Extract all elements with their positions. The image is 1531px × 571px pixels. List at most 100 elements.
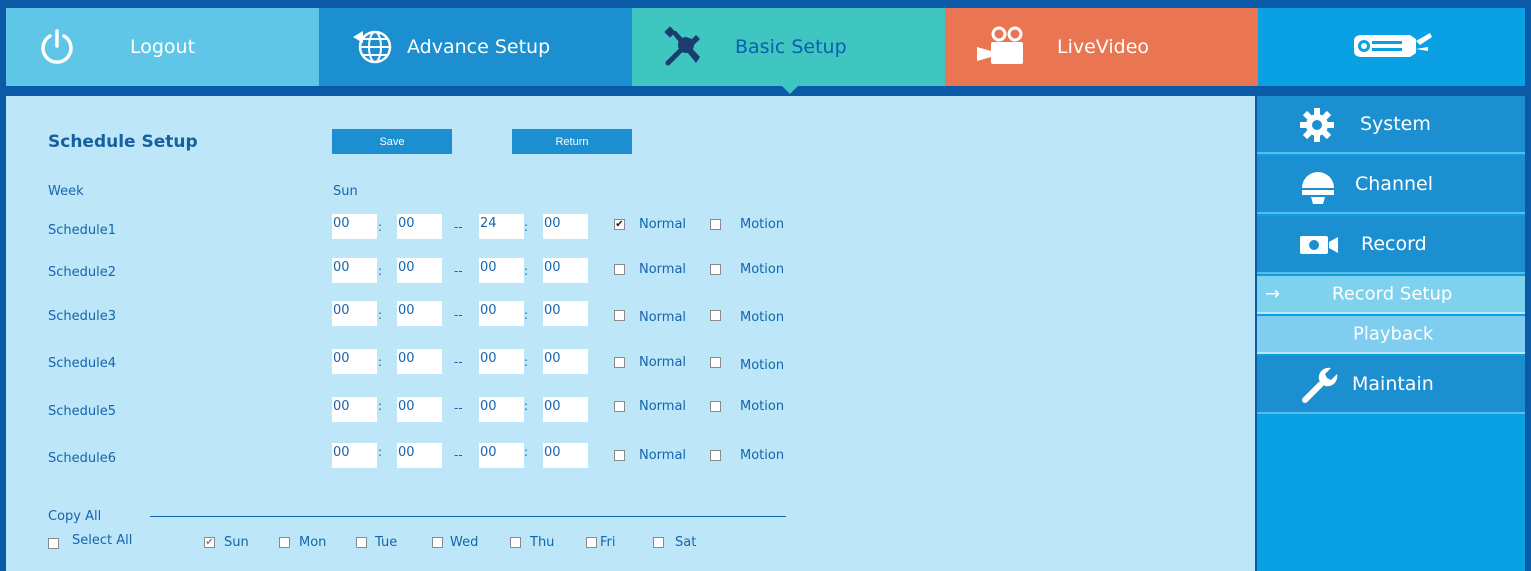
sidebar-item-maintain[interactable]: Maintain [1257,356,1525,414]
motion-checkbox[interactable] [710,450,721,461]
select-all-label: Select All [72,533,133,548]
end-hour-input[interactable]: 00 [479,349,524,374]
start-hour-input[interactable]: 00 [332,301,377,326]
day-label-mon: Mon [299,535,327,550]
sidebar-subitem-playback[interactable]: Playback [1257,316,1525,354]
motion-checkbox[interactable] [710,357,721,368]
time-separator: : [378,264,383,278]
normal-checkbox[interactable] [614,264,625,275]
range-separator: -- [454,401,463,415]
sidebar-record-label: Record [1361,233,1427,255]
time-separator: : [524,399,529,413]
day-checkbox-sat[interactable] [653,537,664,548]
tab-basic-label: Basic Setup [735,36,847,58]
sidebar-system-label: System [1360,113,1431,135]
normal-checkbox[interactable] [614,310,625,321]
week-label: Week [48,184,84,199]
day-checkbox-fri[interactable] [586,537,597,548]
range-separator: -- [454,264,463,278]
tab-advance-setup[interactable]: Advance Setup [319,8,632,86]
schedule-label: Schedule2 [48,265,117,280]
day-checkbox-wed[interactable] [432,537,443,548]
end-minute-input[interactable]: 00 [543,443,588,468]
range-separator: -- [454,448,463,462]
tab-advance-label: Advance Setup [407,36,551,58]
tab-logout[interactable]: Logout [6,8,319,86]
day-checkbox-tue[interactable] [356,537,367,548]
end-hour-input[interactable]: 00 [479,301,524,326]
time-separator: : [378,355,383,369]
day-label-tue: Tue [375,535,398,550]
time-separator: : [378,445,383,459]
end-hour-input[interactable]: 00 [479,397,524,422]
normal-checkbox[interactable] [614,450,625,461]
start-minute-input[interactable]: 00 [397,301,442,326]
time-separator: : [524,220,529,234]
tab-live-video[interactable]: LiveVideo [945,8,1258,86]
divider [150,516,786,517]
end-minute-input[interactable]: 00 [543,397,588,422]
motion-checkbox[interactable] [710,219,721,230]
end-hour-input[interactable]: 00 [479,443,524,468]
normal-label: Normal [639,355,687,370]
end-hour-input[interactable]: 24 [479,214,524,239]
schedule-label: Schedule5 [48,404,117,419]
sidebar-subitem-record-setup[interactable]: → Record Setup [1257,276,1525,314]
end-hour-input[interactable]: 00 [479,258,524,283]
end-minute-input[interactable]: 00 [543,301,588,326]
normal-checkbox[interactable]: ✔ [614,219,625,230]
normal-checkbox[interactable] [614,357,625,368]
power-icon [41,29,73,64]
start-minute-input[interactable]: 00 [397,258,442,283]
sidebar-item-record[interactable]: Record [1257,216,1525,274]
day-checkbox-mon[interactable] [279,537,290,548]
brand-logo [1258,8,1525,86]
normal-label: Normal [639,310,687,325]
start-minute-input[interactable]: 00 [397,214,442,239]
week-value[interactable]: Sun [333,184,358,199]
day-checkbox-thu[interactable] [510,537,521,548]
start-minute-input[interactable]: 00 [397,349,442,374]
tools-icon [664,26,700,66]
range-separator: -- [454,220,463,234]
day-checkbox-sun[interactable]: ✔ [204,537,215,548]
sidebar-item-channel[interactable]: Channel [1257,156,1525,214]
sidebar-item-system[interactable]: System [1257,96,1525,154]
end-minute-input[interactable]: 00 [543,214,588,239]
motion-checkbox[interactable] [710,401,721,412]
start-hour-input[interactable]: 00 [332,258,377,283]
day-label-thu: Thu [530,535,555,550]
save-button[interactable]: Save [332,129,452,154]
start-minute-input[interactable]: 00 [397,443,442,468]
schedule-label: Schedule4 [48,356,117,371]
start-hour-input[interactable]: 00 [332,349,377,374]
select-all-checkbox[interactable] [48,538,59,549]
return-button[interactable]: Return [512,129,632,154]
end-minute-input[interactable]: 00 [543,349,588,374]
start-hour-input[interactable]: 00 [332,214,377,239]
dome-camera-icon [1302,172,1334,204]
start-hour-input[interactable]: 00 [332,397,377,422]
motion-checkbox[interactable] [710,264,721,275]
time-separator: : [524,445,529,459]
day-label-wed: Wed [450,535,479,550]
normal-checkbox[interactable] [614,401,625,412]
day-label-sun: Sun [224,535,249,550]
start-minute-input[interactable]: 00 [397,397,442,422]
tab-basic-setup[interactable]: Basic Setup [632,8,945,94]
motion-label: Motion [740,358,785,373]
time-separator: : [378,399,383,413]
normal-label: Normal [639,399,687,414]
day-label-fri: Fri [600,535,616,550]
motion-label: Motion [740,310,785,325]
range-separator: -- [454,308,463,322]
wrench-icon [1302,367,1338,403]
record-camera-icon [1300,236,1338,254]
start-hour-input[interactable]: 00 [332,443,377,468]
schedule-label: Schedule3 [48,309,117,324]
motion-checkbox[interactable] [710,310,721,321]
tab-live-label: LiveVideo [1057,36,1150,58]
time-separator: : [524,308,529,322]
end-minute-input[interactable]: 00 [543,258,588,283]
time-separator: : [378,220,383,234]
